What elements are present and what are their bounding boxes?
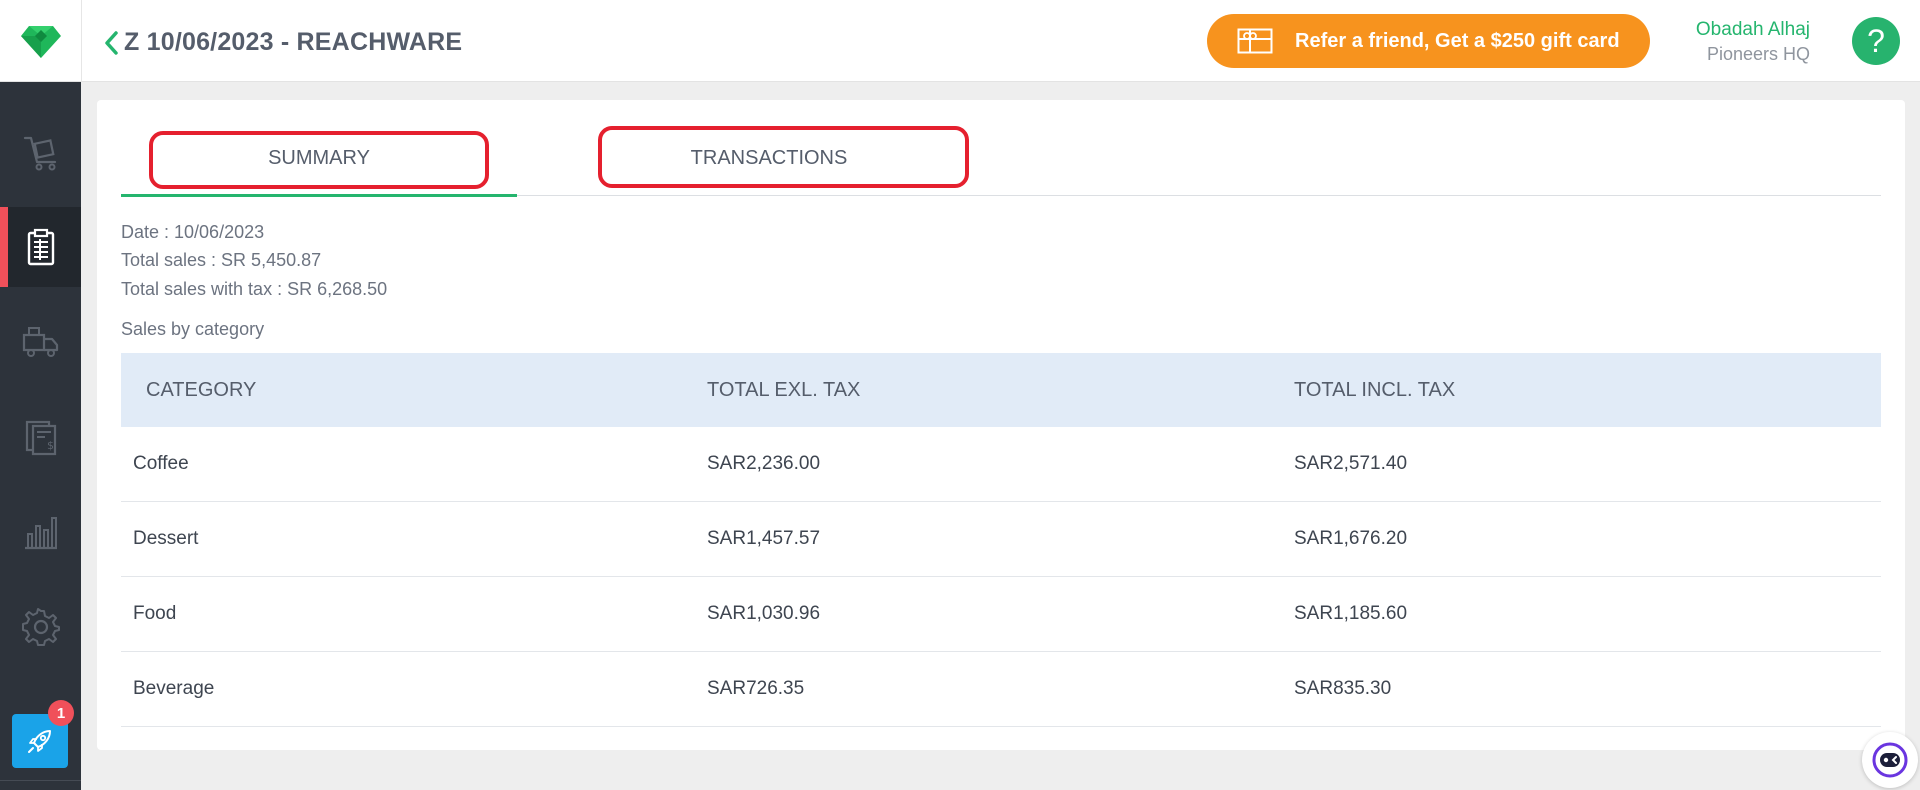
clipboard-icon: [27, 228, 54, 266]
sidebar: $ 1: [0, 82, 81, 790]
sales-by-category-title: Sales by category: [121, 319, 265, 339]
sidebar-item-delivery[interactable]: [0, 302, 81, 382]
cell-category: Dessert: [133, 528, 199, 549]
table-row: Food SAR1,030.96 SAR1,185.60: [121, 577, 1881, 652]
cell-category: Food: [133, 603, 177, 624]
sidebar-divider: [0, 780, 81, 781]
user-menu[interactable]: Obadah Alhaj Pioneers HQ: [1680, 18, 1810, 66]
user-name: Obadah Alhaj: [1695, 19, 1810, 40]
cell-category: Beverage: [133, 678, 215, 699]
sales-by-category-table: CATEGORY TOTAL EXL. TAX TOTAL INCL. TAX …: [121, 353, 1881, 727]
table-header: CATEGORY TOTAL EXL. TAX TOTAL INCL. TAX: [121, 353, 1881, 427]
question-icon: ?: [1867, 22, 1885, 59]
table-row: Coffee SAR2,236.00 SAR2,571.40: [121, 427, 1881, 502]
tab-transactions[interactable]: TRANSACTIONS: [571, 120, 967, 196]
refer-friend-button[interactable]: Refer a friend, Get a $250 gift card: [1207, 14, 1650, 68]
delivery-truck-icon: [22, 327, 58, 357]
chat-widget-button[interactable]: [1862, 732, 1918, 788]
bar-chart-icon: [24, 517, 57, 550]
invoice-icon: $: [25, 420, 56, 456]
gem-logo-icon: [20, 26, 61, 58]
cart-icon: [23, 136, 56, 171]
rocket-icon: [28, 730, 51, 753]
cell-total-excl-tax: SAR726.35: [707, 678, 805, 699]
gift-card-icon: [1237, 28, 1273, 54]
refer-friend-label: Refer a friend, Get a $250 gift card: [1295, 29, 1620, 52]
sidebar-item-purchases[interactable]: [0, 112, 81, 192]
back-link[interactable]: Z 10/06/2023 - REACHWARE: [104, 28, 462, 57]
gear-icon: [21, 608, 60, 646]
cell-total-incl-tax: SAR835.30: [1294, 678, 1392, 699]
page-title: Z 10/06/2023 - REACHWARE: [124, 28, 463, 56]
column-header-category: CATEGORY: [146, 378, 257, 401]
sidebar-item-reports[interactable]: [0, 207, 81, 287]
cell-total-excl-tax: SAR2,236.00: [707, 453, 821, 474]
cell-total-excl-tax: SAR1,030.96: [707, 603, 821, 624]
help-button[interactable]: ?: [1852, 17, 1900, 65]
table-row: Dessert SAR1,457.57 SAR1,676.20: [121, 502, 1881, 577]
logo[interactable]: [0, 0, 82, 82]
sidebar-item-invoices[interactable]: $: [0, 397, 81, 477]
sidebar-item-settings[interactable]: [0, 587, 81, 667]
column-header-total-incl-tax: TOTAL INCL. TAX: [1294, 378, 1456, 401]
summary-total-sales: Total sales : SR 5,450.87: [121, 250, 322, 270]
chevron-left-icon: [105, 30, 118, 55]
summary-date: Date : 10/06/2023: [121, 222, 265, 242]
sidebar-item-analytics[interactable]: [0, 492, 81, 572]
cell-total-incl-tax: SAR1,676.20: [1294, 528, 1408, 549]
notification-badge: 1: [48, 700, 74, 726]
cell-total-excl-tax: SAR1,457.57: [707, 528, 821, 549]
cell-total-incl-tax: SAR2,571.40: [1294, 453, 1408, 474]
table-row: Beverage SAR726.35 SAR835.30: [121, 652, 1881, 727]
cell-total-incl-tax: SAR1,185.60: [1294, 603, 1408, 624]
summary-total-sales-tax: Total sales with tax : SR 6,268.50: [121, 279, 388, 299]
report-tabs: SUMMARY TRANSACTIONS: [121, 120, 1881, 197]
chat-bot-icon: [1872, 742, 1908, 778]
summary-card: SUMMARY TRANSACTIONS Date : 10/06/2023 T…: [97, 100, 1905, 750]
cell-category: Coffee: [133, 453, 189, 474]
user-organization: Pioneers HQ: [1706, 44, 1810, 64]
svg-text:$: $: [47, 439, 54, 452]
column-header-total-excl-tax: TOTAL EXL. TAX: [707, 378, 861, 401]
tab-summary-label: SUMMARY: [268, 146, 370, 169]
top-header: Z 10/06/2023 - REACHWARE Refer a friend,…: [0, 0, 1920, 82]
tab-summary[interactable]: SUMMARY: [121, 120, 517, 197]
tab-transactions-label: TRANSACTIONS: [690, 146, 848, 169]
